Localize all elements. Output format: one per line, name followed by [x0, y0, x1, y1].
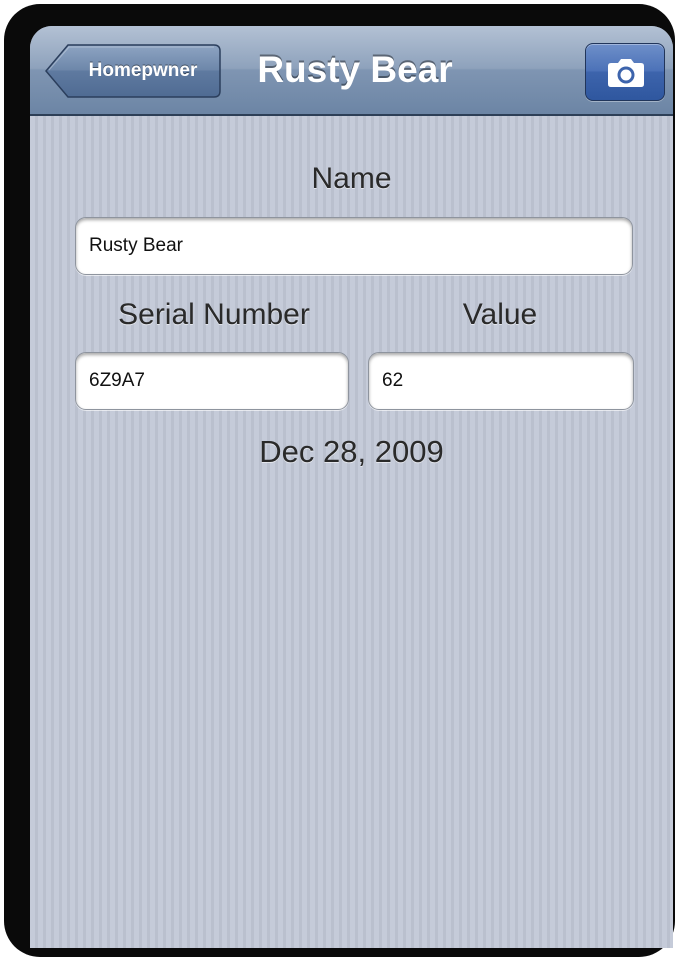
serial-number-label: Serial Number: [118, 298, 310, 331]
camera-button[interactable]: [585, 43, 665, 101]
page-title: Rusty Bear: [257, 49, 453, 90]
back-button[interactable]: Homepwner: [44, 43, 222, 99]
back-button-label: Homepwner: [88, 60, 198, 81]
device-frame: Homepwner Rusty Bear Name Rusty Bear Ser…: [4, 4, 675, 957]
screen: Homepwner Rusty Bear Name Rusty Bear Ser…: [30, 26, 673, 948]
name-label: Name: [311, 162, 392, 195]
name-field[interactable]: Rusty Bear: [75, 217, 633, 275]
navigation-bar: Homepwner Rusty Bear: [30, 26, 673, 116]
value-field[interactable]: 62: [368, 352, 634, 410]
value-label: Value: [462, 298, 538, 331]
date-created-label: Dec 28, 2009: [259, 434, 444, 469]
serial-number-field[interactable]: 6Z9A7: [75, 352, 349, 410]
